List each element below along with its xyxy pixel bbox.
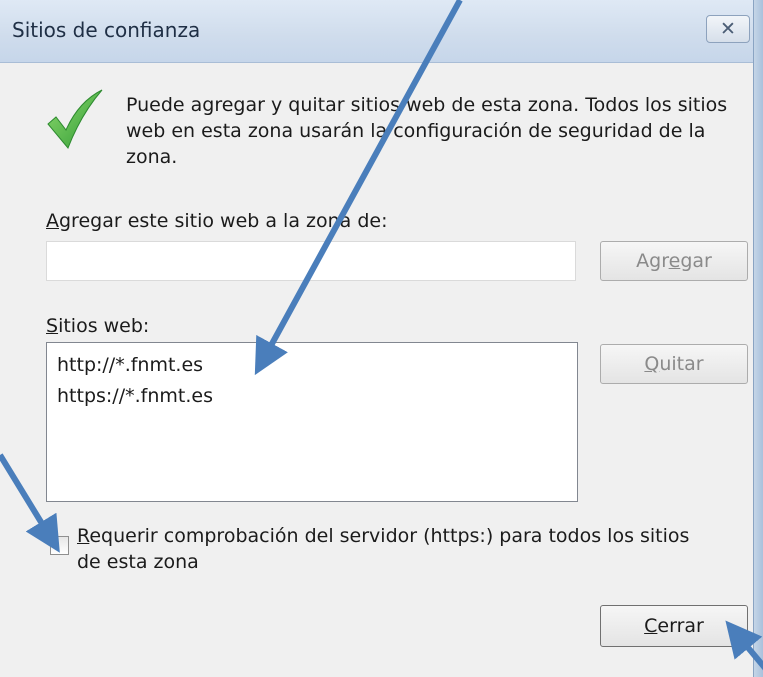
add-button[interactable]: Agregar	[600, 241, 748, 281]
require-https-checkbox[interactable]	[50, 536, 69, 555]
remove-button[interactable]: Quitar	[600, 344, 748, 384]
title-bar[interactable]: Sitios de confianza ✕	[0, 0, 753, 63]
close-button[interactable]: Cerrar	[600, 605, 748, 647]
add-site-label: Agregar este sitio web a la zona de:	[46, 210, 388, 232]
list-item[interactable]: https://*.fnmt.es	[57, 383, 213, 409]
info-line-3: zona.	[126, 146, 178, 168]
dialog-window: Sitios de confianza ✕ Puede agregar y qu…	[0, 0, 763, 677]
close-window-button[interactable]: ✕	[706, 15, 750, 43]
close-icon: ✕	[720, 18, 736, 40]
checkmark-icon	[47, 89, 103, 149]
add-site-input[interactable]	[46, 241, 576, 281]
websites-label: Sitios web:	[46, 315, 150, 337]
require-https-label-line-1[interactable]: Requerir comprobación del servidor (http…	[77, 523, 689, 549]
info-line-2: web en esta zona usarán la configuración…	[126, 120, 706, 142]
list-item[interactable]: http://*.fnmt.es	[57, 352, 203, 378]
window-title: Sitios de confianza	[12, 18, 201, 42]
info-line-1: Puede agregar y quitar sitios web de est…	[126, 94, 728, 116]
require-https-label-line-2[interactable]: de esta zona	[77, 549, 199, 575]
window-frame-right	[753, 0, 763, 677]
websites-list[interactable]: http://*.fnmt.es https://*.fnmt.es	[46, 342, 578, 502]
